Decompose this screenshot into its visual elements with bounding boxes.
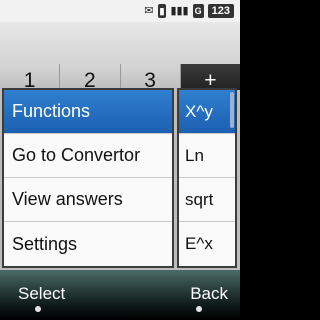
battery-indicator: 123 <box>207 4 234 18</box>
menu-item-functions[interactable]: Functions <box>4 90 172 134</box>
menu-item-label: Settings <box>12 233 78 254</box>
envelope-icon: ✉ <box>144 5 154 17</box>
function-item-power[interactable]: X^y <box>179 90 235 134</box>
vibrate-icon: ▮ <box>157 4 167 18</box>
menu-item-label: Go to Convertor <box>12 145 141 165</box>
right-softkey-dot-icon <box>196 306 202 312</box>
softkey-bar: Select Back <box>0 270 240 320</box>
function-label: Ln <box>185 145 204 165</box>
menu-item-view-answers[interactable]: View answers <box>4 178 172 222</box>
menu-item-label: View answers <box>12 189 123 209</box>
key-2[interactable]: 2 <box>60 64 121 92</box>
menu-item-go-to-convertor[interactable]: Go to Convertor <box>4 134 172 178</box>
menu-item-settings[interactable]: Settings <box>4 222 172 266</box>
function-label: X^y <box>185 101 213 121</box>
status-bar: ✉ ▮ ▮▮▮ G 123 <box>0 0 240 22</box>
back-softkey[interactable]: Back <box>190 284 228 304</box>
key-1[interactable]: 1 <box>0 64 61 92</box>
function-label: E^x <box>185 234 213 253</box>
signal-icon: ▮▮▮ <box>170 5 189 17</box>
function-item-sqrt[interactable]: sqrt <box>179 178 235 222</box>
function-label: sqrt <box>185 189 214 209</box>
network-indicator: G <box>192 4 204 18</box>
functions-submenu: X^y Ln sqrt E^x <box>177 88 237 268</box>
left-softkey-dot-icon <box>35 306 41 312</box>
calculator-keypad-row: 1 2 3 + <box>0 64 240 92</box>
key-plus[interactable]: + <box>180 64 240 92</box>
function-item-ln[interactable]: Ln <box>179 134 235 178</box>
calculator-display <box>0 22 240 70</box>
function-item-exp[interactable]: E^x <box>179 222 235 266</box>
select-softkey[interactable]: Select <box>18 284 65 304</box>
scrollbar[interactable] <box>230 92 234 128</box>
menu-item-label: Functions <box>12 101 91 121</box>
key-3[interactable]: 3 <box>121 64 181 92</box>
options-menu: Functions Go to Convertor View answers S… <box>2 88 174 268</box>
